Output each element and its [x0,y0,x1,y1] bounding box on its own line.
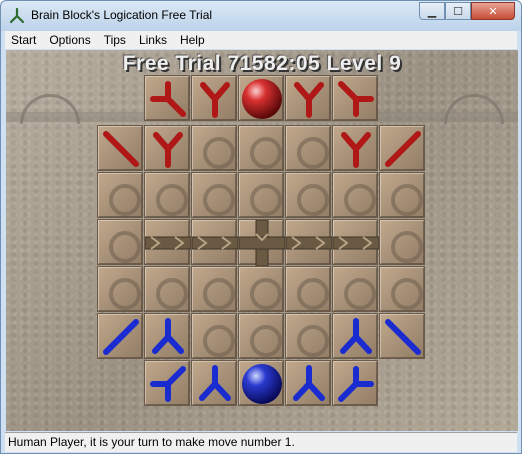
board-cell[interactable] [144,360,190,406]
board-cell[interactable] [191,219,238,266]
red-y-piece[interactable] [145,126,191,172]
board-cell[interactable] [97,219,143,265]
board-cell[interactable] [285,75,331,121]
board-cell[interactable] [285,266,331,312]
red-diag-up-piece[interactable] [380,126,426,172]
board-cell[interactable] [379,266,425,312]
menu-start[interactable]: Start [5,33,43,47]
board-cell[interactable] [97,172,143,218]
channel-piece[interactable] [145,220,191,266]
board-cell[interactable] [191,313,237,359]
red-tee-left-piece[interactable] [145,76,191,122]
board-cell[interactable] [238,219,285,266]
board-cell[interactable] [191,125,237,171]
board-cell[interactable] [379,219,425,265]
menu-links[interactable]: Links [133,33,174,47]
board-cell[interactable] [191,172,237,218]
window-title: Brain Block's Logication Free Trial [31,8,213,22]
board-cell[interactable] [332,313,378,359]
board-cell[interactable] [144,125,190,171]
board-cell[interactable] [285,172,331,218]
board-cell[interactable] [285,313,331,359]
board-cell[interactable] [379,313,425,359]
board-cell[interactable] [144,313,190,359]
red-diag-down-piece[interactable] [98,126,144,172]
maximize-icon: ☐ [453,4,463,18]
swirl-decoration-left [20,94,80,124]
minimize-icon: ▁ [427,4,437,18]
blue-tee-right-piece[interactable] [333,361,379,407]
board-cell[interactable] [332,75,378,121]
menu-bar: Start Options Tips Links Help [5,31,517,49]
maximize-button[interactable]: ☐ [445,2,471,20]
blue-diag-up-piece[interactable] [98,314,144,360]
status-bar: Human Player, it is your turn to make mo… [5,432,517,452]
board-cell[interactable] [144,219,191,266]
board-cell[interactable] [332,125,378,171]
channel-piece[interactable] [286,220,332,266]
red-y-piece[interactable] [286,76,332,122]
menu-options[interactable]: Options [43,33,97,47]
close-icon: ✕ [488,4,498,18]
board-cell[interactable] [238,313,284,359]
board-cell[interactable] [97,125,143,171]
board-cell[interactable] [238,360,284,406]
timer-level-banner: Free Trial 71582:05 Level 9 [122,52,402,75]
blue-y-piece[interactable] [192,361,238,407]
board-cell[interactable] [238,266,284,312]
blue-y-piece[interactable] [333,314,379,360]
board-cell[interactable] [285,360,331,406]
channel-center-piece[interactable] [239,220,285,266]
blue-tee-left-piece[interactable] [145,361,191,407]
board-cell[interactable] [97,266,143,312]
channel-piece[interactable] [192,220,238,266]
menu-tips[interactable]: Tips [98,33,133,47]
minimize-button[interactable]: ▁ [419,2,445,20]
board-cell[interactable] [332,266,378,312]
menu-help[interactable]: Help [174,33,212,47]
board-cell[interactable] [144,266,190,312]
board-cell[interactable] [144,172,190,218]
board-cell[interactable] [285,219,332,266]
board-cell[interactable] [332,360,378,406]
board-cell[interactable] [379,125,425,171]
swirl-decoration-right [444,94,504,124]
title-bar[interactable]: Brain Block's Logication Free Trial ▁ ☐ … [1,1,521,31]
channel-piece[interactable] [333,220,379,266]
board-cell[interactable] [144,75,190,121]
board-cell[interactable] [97,313,143,359]
board-cell[interactable] [191,266,237,312]
window-controls: ▁ ☐ ✕ [419,2,515,21]
blue-y-piece[interactable] [145,314,191,360]
board-cell[interactable] [238,75,284,121]
board-cell[interactable] [238,172,284,218]
blue-diag-down-piece[interactable] [380,314,426,360]
app-window: Brain Block's Logication Free Trial ▁ ☐ … [0,0,522,454]
board-cell[interactable] [332,172,378,218]
blue-y-piece[interactable] [286,361,332,407]
board-cell[interactable] [379,172,425,218]
app-icon [9,7,25,24]
game-board-area: Free Trial 71582:05 Level 9 [6,50,518,431]
red-tee-right-piece[interactable] [333,76,379,122]
board-cell[interactable] [238,125,284,171]
red-y-piece[interactable] [333,126,379,172]
blue-ball-piece[interactable] [239,361,285,407]
red-y-piece[interactable] [192,76,238,122]
board-cell[interactable] [332,219,379,266]
board-cell[interactable] [191,360,237,406]
board-cell[interactable] [285,125,331,171]
close-button[interactable]: ✕ [471,2,515,20]
red-ball-piece[interactable] [239,76,285,122]
board-cell[interactable] [191,75,237,121]
